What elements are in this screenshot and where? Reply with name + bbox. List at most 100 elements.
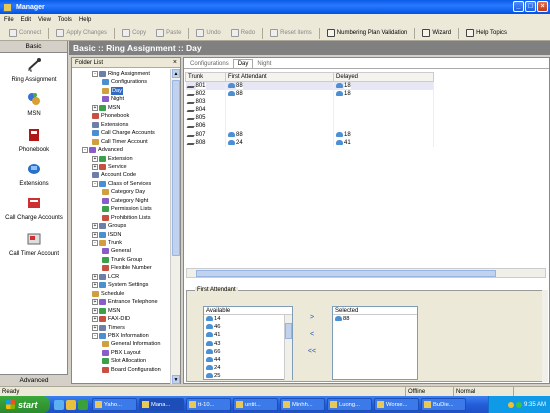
- connect-button[interactable]: Connect: [4, 29, 46, 37]
- taskbar-button[interactable]: Yaho...: [92, 398, 137, 411]
- tree-item[interactable]: - Trunk: [92, 239, 122, 247]
- tree-item[interactable]: Prohibition Lists: [102, 214, 151, 222]
- table-row[interactable]: 806: [185, 122, 434, 131]
- tree-item[interactable]: General Information: [102, 340, 160, 348]
- table-row[interactable]: 808 24 41: [185, 138, 434, 147]
- expand-icon[interactable]: +: [92, 316, 98, 323]
- collapse-icon[interactable]: -: [92, 71, 98, 77]
- apply-changes-button[interactable]: Apply Changes: [51, 29, 112, 37]
- tree-item[interactable]: + System Settings: [92, 281, 148, 289]
- table-cell[interactable]: [333, 114, 434, 123]
- taskbar-button[interactable]: tt-10...: [186, 398, 231, 411]
- tree-item[interactable]: Flexible Number: [102, 264, 152, 272]
- tree-item[interactable]: + Extension: [92, 155, 133, 163]
- table-cell[interactable]: 88: [225, 81, 334, 90]
- expand-icon[interactable]: +: [92, 273, 98, 280]
- nav-extensions[interactable]: Extensions: [0, 161, 68, 187]
- col-header-delayed[interactable]: Delayed: [333, 72, 434, 82]
- table-cell[interactable]: 802: [185, 89, 226, 98]
- table-cell[interactable]: [333, 106, 434, 115]
- list-item[interactable]: 41: [204, 331, 292, 339]
- undo-button[interactable]: Undo: [191, 29, 225, 37]
- table-row[interactable]: 801 88 18: [185, 81, 434, 90]
- minimize-button[interactable]: _: [513, 1, 524, 12]
- tree-item[interactable]: Schedule: [92, 290, 124, 298]
- remove-all-button[interactable]: <<: [305, 347, 319, 357]
- tree-item[interactable]: + Groups: [92, 222, 126, 230]
- tree-item[interactable]: Call Timer Account: [92, 138, 148, 146]
- table-cell[interactable]: 808: [185, 138, 226, 147]
- available-list[interactable]: Available 14 46 41 43 66 44 24 25: [203, 306, 293, 380]
- available-scrollbar[interactable]: [284, 315, 292, 380]
- nav-ring-assignment[interactable]: Ring Assignment: [0, 57, 68, 83]
- table-cell[interactable]: [225, 97, 334, 107]
- nav-header-basic[interactable]: Basic: [0, 41, 67, 53]
- ie-icon[interactable]: [54, 399, 64, 410]
- table-cell[interactable]: [225, 122, 334, 131]
- taskbar-button[interactable]: Minhh...: [280, 398, 325, 411]
- tree-item[interactable]: + Entrance Telephone: [92, 298, 158, 306]
- tab-day[interactable]: Day: [232, 59, 254, 68]
- menu-file[interactable]: File: [4, 17, 14, 23]
- tree-item[interactable]: - PBX Information: [92, 332, 149, 340]
- tray-icon[interactable]: [507, 401, 514, 408]
- help-topics-button[interactable]: Help Topics: [461, 29, 512, 37]
- tree-item[interactable]: Category Night: [102, 197, 148, 205]
- expand-icon[interactable]: +: [92, 231, 98, 238]
- menu-tools[interactable]: Tools: [58, 17, 72, 23]
- tree-item[interactable]: Board Configuration: [102, 366, 161, 374]
- close-button[interactable]: ×: [537, 1, 548, 12]
- tree-item[interactable]: - Advanced: [82, 146, 123, 154]
- table-cell[interactable]: 18: [333, 89, 434, 98]
- tree-item[interactable]: Day: [102, 86, 123, 95]
- title-bar[interactable]: Manager _ □ ×: [0, 0, 550, 14]
- media-icon[interactable]: [78, 399, 88, 410]
- expand-icon[interactable]: +: [92, 155, 98, 162]
- table-row[interactable]: 807 88 18: [185, 130, 434, 139]
- start-button[interactable]: start: [0, 396, 50, 413]
- menu-edit[interactable]: Edit: [21, 17, 31, 23]
- nav-call-timer-account[interactable]: Call Timer Account: [0, 231, 68, 257]
- available-scroll-thumb[interactable]: [285, 323, 292, 339]
- tree-item[interactable]: - Ring Assignment: [92, 70, 150, 78]
- tree-item[interactable]: Account Code: [92, 171, 136, 179]
- collapse-icon[interactable]: -: [92, 180, 98, 187]
- tree-item[interactable]: + Timers: [92, 324, 125, 332]
- expand-icon[interactable]: +: [92, 104, 98, 111]
- table-row[interactable]: 805: [185, 114, 434, 123]
- list-item[interactable]: 14: [204, 315, 292, 323]
- tree-item[interactable]: Configurations: [102, 78, 147, 86]
- close-icon[interactable]: ×: [173, 58, 177, 68]
- table-cell[interactable]: 805: [185, 114, 226, 123]
- expand-icon[interactable]: +: [92, 282, 98, 289]
- selected-list[interactable]: Selected 88: [332, 306, 418, 380]
- table-cell[interactable]: 24: [225, 138, 334, 147]
- hscroll-thumb[interactable]: [196, 270, 496, 277]
- table-row[interactable]: 803: [185, 97, 434, 107]
- table-cell[interactable]: 804: [185, 106, 226, 115]
- collapse-icon[interactable]: -: [82, 147, 88, 154]
- table-cell[interactable]: [225, 114, 334, 123]
- nav-call-charge-accounts[interactable]: Call Charge Accounts: [0, 195, 68, 221]
- table-row[interactable]: 802 88 18: [185, 89, 434, 98]
- wizard-button[interactable]: Wizard: [417, 29, 456, 37]
- folder-icon[interactable]: [66, 399, 76, 410]
- table-cell[interactable]: 41: [333, 138, 434, 147]
- table-row[interactable]: 804: [185, 106, 434, 115]
- expand-icon[interactable]: +: [92, 223, 98, 230]
- taskbar-button[interactable]: Worse...: [374, 398, 419, 411]
- taskbar-button[interactable]: BuDie...: [421, 398, 466, 411]
- tree-item[interactable]: + MSN: [92, 104, 120, 112]
- col-header-trunk[interactable]: Trunk: [185, 72, 226, 82]
- nav-phonebook[interactable]: Phonebook: [0, 127, 68, 153]
- nav-footer-advanced[interactable]: Advanced: [0, 374, 68, 386]
- tree-item[interactable]: + MSN: [92, 307, 120, 315]
- scroll-down-arrow[interactable]: ▼: [172, 375, 180, 384]
- reset-items-button[interactable]: Reset items: [265, 29, 317, 37]
- list-item[interactable]: 25: [204, 372, 292, 380]
- tree-item[interactable]: General: [102, 247, 131, 255]
- tree-item[interactable]: Phonebook: [92, 112, 129, 120]
- table-cell[interactable]: 803: [185, 97, 226, 107]
- add-button[interactable]: >: [305, 313, 319, 323]
- tree-item[interactable]: PBX Layout: [102, 349, 141, 357]
